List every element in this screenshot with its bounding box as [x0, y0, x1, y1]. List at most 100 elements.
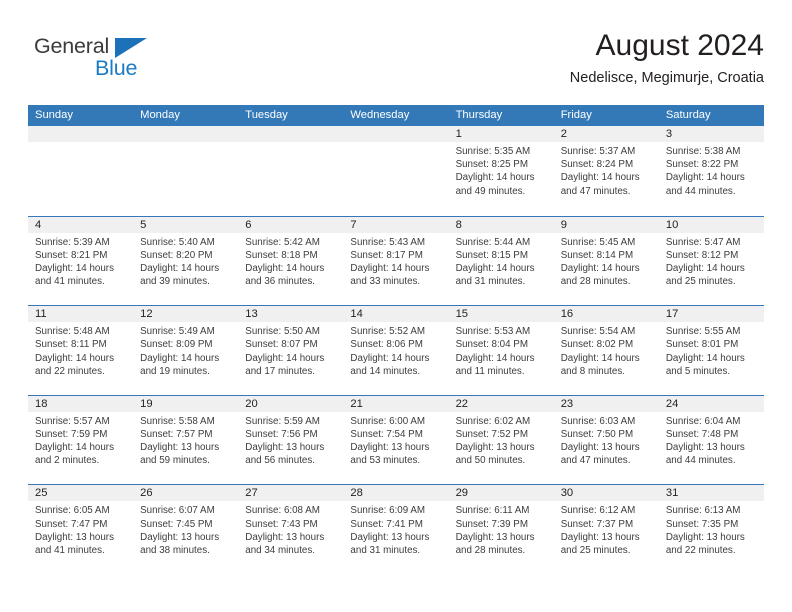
day-cell-20[interactable]: 20 Sunrise: 5:59 AM Sunset: 7:56 PM Dayligh… [238, 395, 344, 485]
day-detail-line: Sunset: 7:45 PM [140, 518, 213, 530]
day-cell-12[interactable]: 12 Sunrise: 5:49 AM Sunset: 8:09 PM Dayligh… [133, 306, 239, 395]
day-detail-line: Daylight: 14 hours [35, 352, 114, 364]
day-number: 24 [658, 395, 764, 412]
day-detail-line: Daylight: 13 hours [140, 442, 220, 454]
day-number: 17 [658, 306, 764, 323]
day-cell-9[interactable]: 9 Sunrise: 5:45 AM Sunset: 8:14 PM Daylight… [553, 216, 659, 306]
weekday-header-saturday: Saturday [665, 109, 711, 121]
day-detail-line: Sunrise: 5:43 AM [350, 236, 426, 248]
day-detail-line: and 28 minutes. [560, 276, 631, 288]
weekday-header-sunday: Sunday [35, 109, 73, 121]
day-detail-line: Sunrise: 6:04 AM [665, 415, 741, 427]
day-number: 22 [448, 395, 554, 412]
general-blue-logo[interactable]: General Blue [34, 34, 184, 88]
day-cell-29[interactable]: 29 Sunrise: 6:11 AM Sunset: 7:39 PM Dayligh… [448, 485, 554, 574]
day-details: Sunrise: 6:04 AM Sunset: 7:48 PM Daylight:… [659, 412, 764, 468]
day-detail-line: and 31 minutes. [455, 276, 526, 288]
page-header: General Blue August 2024 Nedelisce, Megi… [28, 28, 764, 96]
day-detail-line: Sunset: 7:52 PM [455, 428, 528, 440]
day-detail-line: Sunrise: 6:02 AM [455, 415, 531, 427]
day-details [343, 142, 448, 145]
day-cell-14[interactable]: 14 Sunrise: 5:52 AM Sunset: 8:06 PM Dayligh… [343, 306, 449, 395]
calendar-grid: Sunday Monday Tuesday Wednesday Thursday Frid… [28, 105, 764, 574]
day-cell-31[interactable]: 31 Sunrise: 6:13 AM Sunset: 7:35 PM Dayligh… [658, 485, 764, 574]
day-cell-13[interactable]: 13 Sunrise: 5:50 AM Sunset: 8:07 PM Dayligh… [238, 306, 344, 395]
day-number: 25 [28, 485, 134, 502]
day-cell-22[interactable]: 22 Sunrise: 6:02 AM Sunset: 7:52 PM Dayligh… [448, 395, 554, 485]
day-detail-line: Daylight: 14 hours [140, 352, 220, 364]
day-detail-line: Daylight: 13 hours [350, 442, 430, 454]
page-subtitle: Nedelisce, Megimurje, Croatia [569, 70, 764, 86]
day-details: Sunrise: 6:02 AM Sunset: 7:52 PM Daylight:… [449, 412, 554, 468]
day-detail-line: Sunrise: 6:00 AM [350, 415, 426, 427]
day-cell-16[interactable]: 16 Sunrise: 5:54 AM Sunset: 8:02 PM Dayligh… [553, 306, 659, 395]
day-number: 11 [28, 306, 134, 323]
day-number: 5 [133, 216, 239, 233]
day-detail-line: and 31 minutes. [350, 544, 421, 556]
day-details: Sunrise: 6:00 AM Sunset: 7:54 PM Daylight:… [343, 412, 448, 468]
day-cell-2[interactable]: 2 Sunrise: 5:37 AM Sunset: 8:24 PM Daylight… [553, 126, 659, 216]
day-cell-23[interactable]: 23 Sunrise: 6:03 AM Sunset: 7:50 PM Dayligh… [553, 395, 659, 485]
day-number: 6 [238, 216, 344, 233]
day-cell-25[interactable]: 25 Sunrise: 6:05 AM Sunset: 7:47 PM Dayligh… [28, 485, 134, 574]
day-detail-line: Daylight: 14 hours [245, 263, 325, 274]
day-cell-empty [343, 126, 449, 216]
day-cell-19[interactable]: 19 Sunrise: 5:58 AM Sunset: 7:57 PM Dayligh… [133, 395, 239, 485]
day-cell-21[interactable]: 21 Sunrise: 6:00 AM Sunset: 7:54 PM Dayligh… [343, 395, 449, 485]
day-detail-line: Sunset: 8:14 PM [560, 249, 634, 261]
calendar-week-row: 4 Sunrise: 5:39 AM Sunset: 8:21 PM Daylight… [28, 215, 764, 306]
day-detail-line: Daylight: 14 hours [665, 263, 745, 274]
day-details: Sunrise: 6:03 AM Sunset: 7:50 PM Daylight:… [554, 412, 659, 468]
day-cell-10[interactable]: 10 Sunrise: 5:47 AM Sunset: 8:12 PM Dayligh… [658, 216, 764, 306]
day-cell-8[interactable]: 8 Sunrise: 5:44 AM Sunset: 8:15 PM Daylight… [448, 216, 554, 306]
day-cell-26[interactable]: 26 Sunrise: 6:07 AM Sunset: 7:45 PM Dayligh… [133, 485, 239, 574]
day-number [238, 126, 344, 142]
day-cell-1[interactable]: 1 Sunrise: 5:35 AM Sunset: 8:25 PM Daylight… [448, 126, 554, 216]
day-detail-line: Sunset: 7:56 PM [245, 428, 318, 440]
day-detail-line: and 44 minutes. [665, 185, 736, 197]
day-cell-17[interactable]: 17 Sunrise: 5:55 AM Sunset: 8:01 PM Dayligh… [658, 306, 764, 395]
day-number: 30 [553, 485, 659, 502]
day-detail-line: Daylight: 14 hours [560, 352, 640, 364]
day-cell-empty [238, 126, 344, 216]
day-detail-line: Sunrise: 6:05 AM [35, 505, 110, 517]
day-detail-line: Sunrise: 5:45 AM [560, 236, 636, 248]
day-detail-line: Sunrise: 6:03 AM [560, 415, 636, 427]
day-detail-line: Sunrise: 5:59 AM [245, 415, 320, 427]
day-cell-28[interactable]: 28 Sunrise: 6:09 AM Sunset: 7:41 PM Dayligh… [343, 485, 449, 574]
day-detail-line: Sunset: 7:35 PM [665, 518, 739, 530]
day-detail-line: and 22 minutes. [35, 365, 105, 377]
day-cell-15[interactable]: 15 Sunrise: 5:53 AM Sunset: 8:04 PM Dayligh… [448, 306, 554, 395]
day-detail-line: Daylight: 13 hours [350, 531, 430, 543]
day-detail-line: and 14 minutes. [350, 365, 421, 377]
day-details: Sunrise: 6:05 AM Sunset: 7:47 PM Daylight:… [28, 501, 133, 557]
day-detail-line: and 33 minutes. [350, 276, 421, 288]
day-details: Sunrise: 6:12 AM Sunset: 7:37 PM Daylight:… [554, 501, 659, 557]
day-cell-11[interactable]: 11 Sunrise: 5:48 AM Sunset: 8:11 PM Dayligh… [28, 306, 134, 395]
day-detail-line: Sunset: 8:01 PM [665, 339, 739, 351]
day-cell-24[interactable]: 24 Sunrise: 6:04 AM Sunset: 7:48 PM Dayligh… [658, 395, 764, 485]
day-details: Sunrise: 5:48 AM Sunset: 8:11 PM Daylight:… [28, 322, 133, 378]
day-details: Sunrise: 5:47 AM Sunset: 8:12 PM Daylight:… [659, 233, 764, 289]
day-cell-7[interactable]: 7 Sunrise: 5:43 AM Sunset: 8:17 PM Daylight… [343, 216, 449, 306]
day-number: 9 [553, 216, 659, 233]
day-detail-line: Sunrise: 5:42 AM [245, 236, 320, 248]
day-cell-4[interactable]: 4 Sunrise: 5:39 AM Sunset: 8:21 PM Daylight… [28, 216, 134, 306]
weekday-header-thursday: Thursday [455, 109, 503, 121]
day-cell-18[interactable]: 18 Sunrise: 5:57 AM Sunset: 7:59 PM Dayligh… [28, 395, 134, 485]
day-details [28, 142, 133, 145]
day-detail-line: Daylight: 14 hours [350, 352, 430, 364]
day-number: 8 [448, 216, 554, 233]
day-detail-line: Sunrise: 5:53 AM [455, 326, 531, 338]
day-cell-3[interactable]: 3 Sunrise: 5:38 AM Sunset: 8:22 PM Daylight… [658, 126, 764, 216]
day-detail-line: Sunset: 7:39 PM [455, 518, 528, 530]
day-cell-6[interactable]: 6 Sunrise: 5:42 AM Sunset: 8:18 PM Daylight… [238, 216, 344, 306]
day-detail-line: Sunrise: 5:37 AM [560, 146, 636, 157]
day-detail-line: Sunrise: 5:55 AM [665, 326, 741, 338]
day-detail-line: Sunset: 8:12 PM [665, 249, 739, 261]
day-cell-27[interactable]: 27 Sunrise: 6:08 AM Sunset: 7:43 PM Dayligh… [238, 485, 344, 574]
day-cell-30[interactable]: 30 Sunrise: 6:12 AM Sunset: 7:37 PM Dayligh… [553, 485, 659, 574]
day-number: 1 [448, 126, 554, 142]
day-detail-line: Daylight: 13 hours [455, 442, 535, 454]
day-cell-5[interactable]: 5 Sunrise: 5:40 AM Sunset: 8:20 PM Daylight… [133, 216, 239, 306]
